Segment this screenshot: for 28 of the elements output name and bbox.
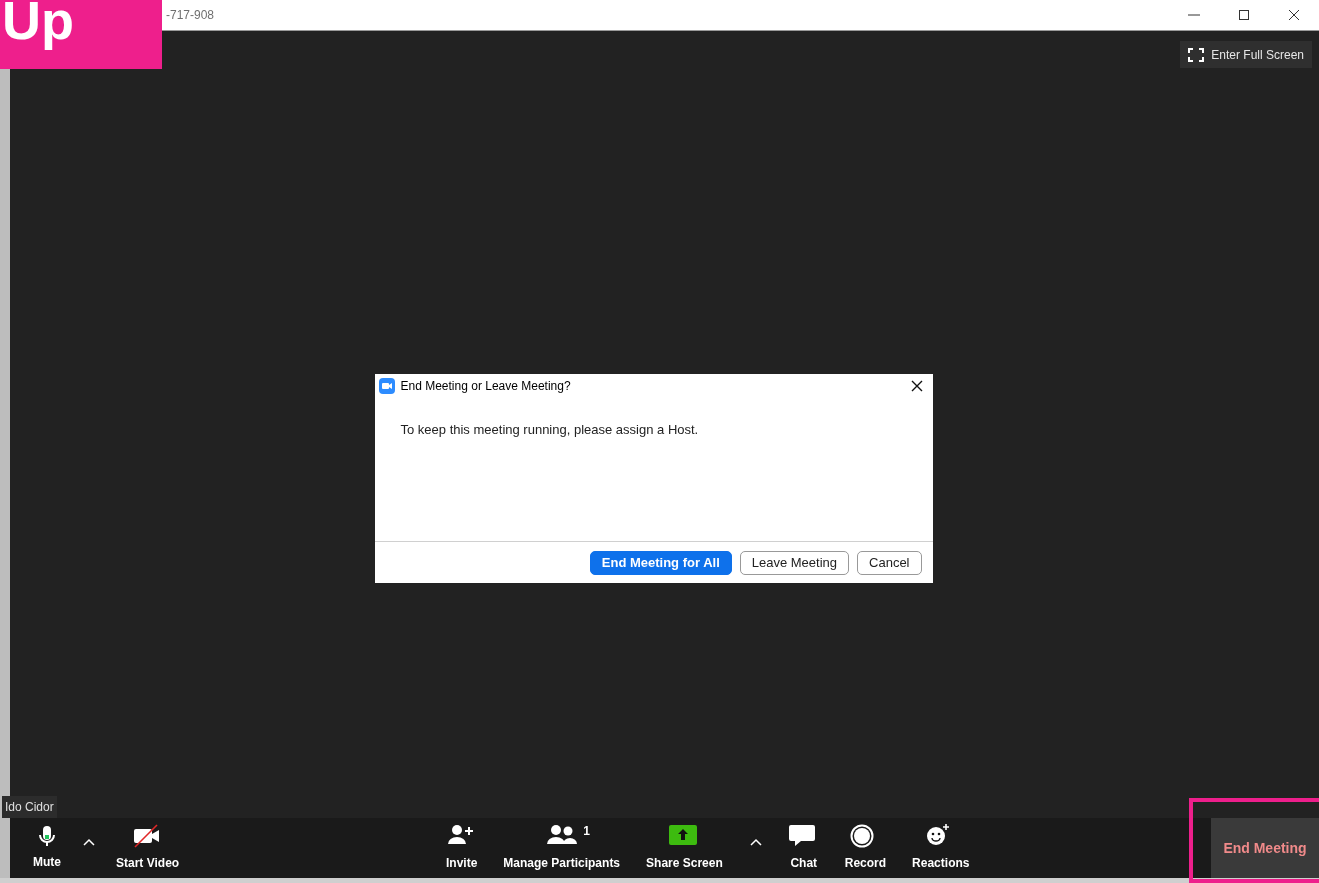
dialog-message: To keep this meeting running, please assign a Host. [400,421,700,439]
mute-button[interactable]: Mute [24,818,70,878]
expand-icon [1188,47,1205,62]
leave-meeting-button[interactable]: Leave Meeting [739,550,850,575]
record-button[interactable]: Record [836,818,895,878]
end-meeting-button[interactable]: End Meeting [1211,818,1319,878]
start-video-button[interactable]: Start Video [108,818,188,878]
caret-icon [749,838,762,846]
participant-name-tag: Ido Cidor [2,796,57,818]
invite-button[interactable]: Invite [438,818,486,878]
minimize-icon [1188,14,1200,16]
share-screen-button[interactable]: Share Screen [638,818,731,878]
microphone-icon [36,825,58,847]
close-icon [910,380,923,392]
enter-full-screen-button[interactable]: Enter Full Screen [1180,41,1312,68]
dialog-title: End Meeting or Leave Meeting? [400,378,572,395]
participant-count: 1 [583,823,591,840]
window-title: -717-908 [166,7,215,24]
annotation-label: Up [0,0,162,69]
close-icon [1288,8,1300,22]
camera-icon [378,378,395,394]
end-meeting-for-all-button[interactable]: End Meeting for All [589,550,732,575]
cancel-button[interactable]: Cancel [857,550,922,575]
reactions-button[interactable]: Reactions [904,818,978,878]
caret-icon [83,838,95,846]
chat-button[interactable]: Chat [780,818,827,878]
maximize-icon [1238,8,1250,22]
manage-participants-button[interactable]: 1 Manage Participants [495,818,629,878]
